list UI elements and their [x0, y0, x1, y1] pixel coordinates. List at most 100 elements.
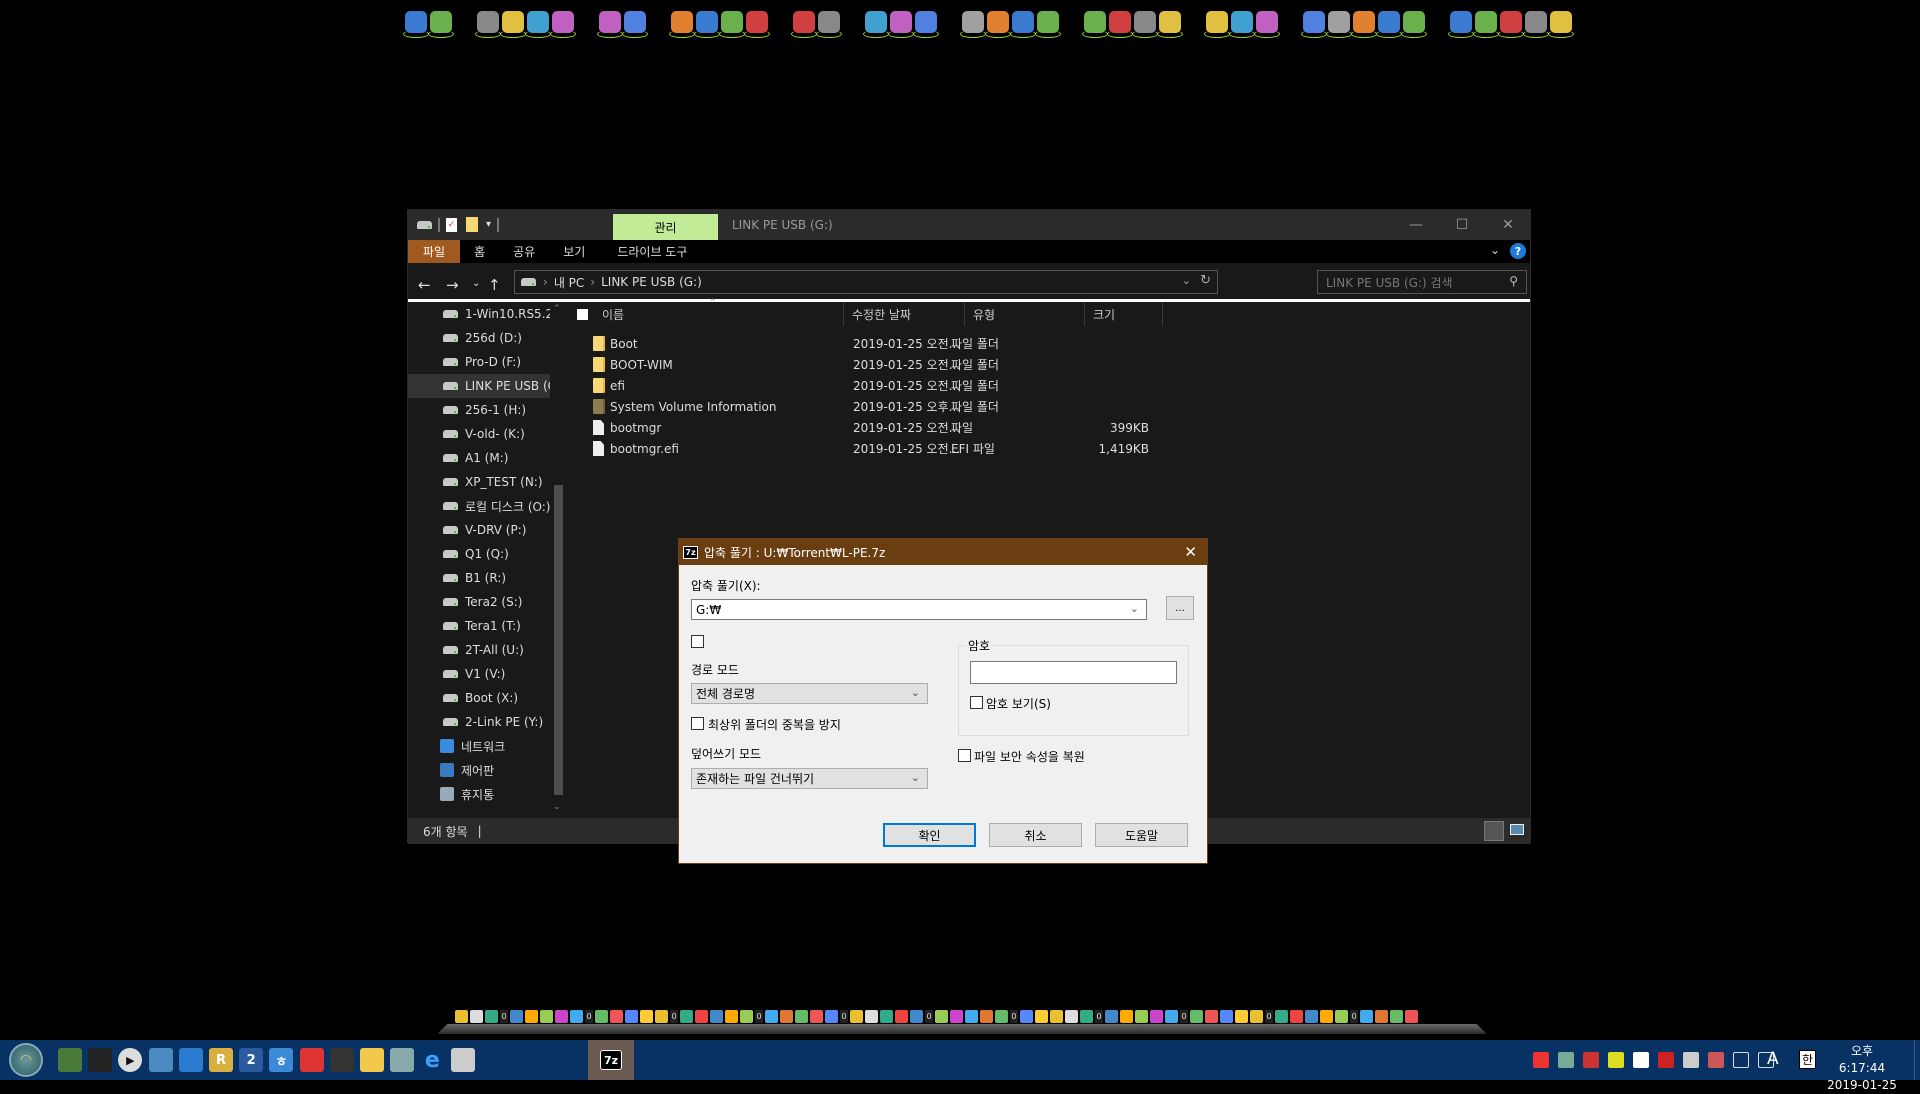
- red-tool-icon[interactable]: [550, 11, 576, 38]
- dock-app-icon[interactable]: [740, 1009, 753, 1023]
- nav-item-drive[interactable]: Tera2 (S:): [408, 590, 550, 614]
- back-icon[interactable]: ←: [418, 276, 431, 294]
- taskbar-button[interactable]: 2: [236, 1040, 266, 1080]
- close-button[interactable]: ✕: [1485, 210, 1531, 240]
- nav-item-drive[interactable]: V1 (V:): [408, 662, 550, 686]
- details-view-button[interactable]: [1484, 821, 1504, 841]
- scanner-icon[interactable]: [1326, 11, 1352, 38]
- taskbar-button[interactable]: [357, 1040, 387, 1080]
- taskbar-button[interactable]: [448, 1040, 478, 1080]
- puzzle-icon[interactable]: [597, 11, 623, 38]
- paint-icon[interactable]: [816, 11, 842, 38]
- cancel-button[interactable]: 취소: [989, 823, 1082, 847]
- extract-subfolder-checkbox[interactable]: [691, 635, 704, 648]
- column-header-date[interactable]: 수정한 날짜: [844, 302, 965, 326]
- dock-app-icon[interactable]: [1220, 1009, 1233, 1023]
- scroll-down-icon[interactable]: ⌄: [553, 802, 561, 812]
- dock-app-icon[interactable]: [1235, 1009, 1248, 1023]
- security-icon[interactable]: [1583, 1052, 1599, 1068]
- file-row[interactable]: System Volume Information 2019-01-25 오후..…: [567, 396, 1167, 417]
- tab-share[interactable]: 공유: [499, 240, 549, 263]
- dock-app-icon[interactable]: [1190, 1009, 1203, 1023]
- path-mode-select[interactable]: 전체 경로명 ⌄: [691, 683, 928, 704]
- taskbar-button[interactable]: ㅎ: [266, 1040, 296, 1080]
- large-icons-view-button[interactable]: [1510, 824, 1524, 835]
- power-icon[interactable]: [1548, 11, 1574, 38]
- dock-app-icon[interactable]: [980, 1009, 993, 1023]
- help-button[interactable]: 도움말: [1095, 823, 1188, 847]
- windows-icon[interactable]: [744, 11, 770, 38]
- network-setup-icon[interactable]: [403, 11, 429, 38]
- nav-item-drive[interactable]: A1 (M:): [408, 446, 550, 470]
- dock-app-icon[interactable]: [1080, 1009, 1093, 1023]
- 7zip-icon[interactable]: [1107, 11, 1133, 38]
- forward-icon[interactable]: →: [446, 276, 459, 294]
- file-row[interactable]: BOOT-WIM 2019-01-25 오전... 파일 폴더: [567, 354, 1167, 375]
- dock-app-icon[interactable]: [850, 1009, 863, 1023]
- nav-item-drive[interactable]: V-DRV (P:): [408, 518, 550, 542]
- disk-wrench-icon[interactable]: [1351, 11, 1377, 38]
- taskbar-button[interactable]: [85, 1040, 115, 1080]
- dock-app-icon[interactable]: [485, 1009, 498, 1023]
- search-icon[interactable]: ⚲: [1509, 274, 1518, 288]
- nav-item-location[interactable]: 네트워크: [408, 734, 550, 758]
- search-input[interactable]: LINK PE USB (G:) 검색 ⚲: [1317, 270, 1527, 294]
- overwrite-mode-select[interactable]: 존재하는 파일 건너뛰기 ⌄: [691, 768, 928, 789]
- lightning-icon[interactable]: [1082, 11, 1108, 38]
- ime-mode-indicator[interactable]: A: [1767, 1049, 1779, 1069]
- customize-qat-icon[interactable]: ▾: [486, 219, 491, 230]
- chevron-down-icon[interactable]: ⌄: [911, 771, 920, 784]
- expand-ribbon-icon[interactable]: ⌄: [1490, 243, 1500, 257]
- network-speed-icon[interactable]: [1533, 1052, 1549, 1068]
- column-header-size[interactable]: 크기: [1085, 302, 1163, 326]
- dock-app-icon[interactable]: [510, 1009, 523, 1023]
- tab-manage[interactable]: 관리: [613, 214, 718, 240]
- red-puzzle-icon[interactable]: [622, 11, 648, 38]
- dock-app-icon[interactable]: [1360, 1009, 1373, 1023]
- dock-app-icon[interactable]: [570, 1009, 583, 1023]
- dock-app-icon[interactable]: [595, 1009, 608, 1023]
- nav-item-location[interactable]: 휴지통: [408, 782, 550, 806]
- nav-item-drive[interactable]: Tera1 (T:): [408, 614, 550, 638]
- dock-app-icon[interactable]: [640, 1009, 653, 1023]
- properties-icon[interactable]: ✓: [446, 217, 457, 232]
- dock-app-icon[interactable]: [725, 1009, 738, 1023]
- dock-app-icon[interactable]: [810, 1009, 823, 1023]
- dock-app-icon[interactable]: [680, 1009, 693, 1023]
- osd-icon[interactable]: [1558, 1052, 1574, 1068]
- file-row[interactable]: efi 2019-01-25 오전... 파일 폴더: [567, 375, 1167, 396]
- taskbar-button[interactable]: ▶: [115, 1040, 145, 1080]
- nav-item-drive[interactable]: 1-Win10.RS5.2: [408, 302, 550, 326]
- nav-item-drive[interactable]: 2-Link PE (Y:): [408, 710, 550, 734]
- blocks-icon[interactable]: [1376, 11, 1402, 38]
- column-header-type[interactable]: 유형: [965, 302, 1085, 326]
- floppy-icon[interactable]: [1498, 11, 1524, 38]
- dock-app-icon[interactable]: [1320, 1009, 1333, 1023]
- pie-chart-icon[interactable]: [791, 11, 817, 38]
- nt-key-icon[interactable]: [960, 11, 986, 38]
- start-button[interactable]: ◠: [6, 1040, 46, 1080]
- dock-app-icon[interactable]: [1290, 1009, 1303, 1023]
- dock-app-icon[interactable]: [540, 1009, 553, 1023]
- hangul-mode-indicator[interactable]: 한: [1799, 1050, 1817, 1069]
- nav-item-drive[interactable]: 256-1 (H:): [408, 398, 550, 422]
- breadcrumb-this-pc[interactable]: 내 PC: [554, 274, 584, 291]
- dock-app-icon[interactable]: [1035, 1009, 1048, 1023]
- dock-app-icon[interactable]: [1205, 1009, 1218, 1023]
- magnet-icon[interactable]: [1658, 1052, 1674, 1068]
- column-header-name[interactable]: 이름: [567, 302, 844, 326]
- dock-app-icon[interactable]: [470, 1009, 483, 1023]
- monitor-icon[interactable]: [500, 11, 526, 38]
- dialog-close-button[interactable]: ✕: [1184, 543, 1197, 561]
- select-all-checkbox[interactable]: [577, 308, 588, 320]
- dock-app-icon[interactable]: [880, 1009, 893, 1023]
- taskbar-button[interactable]: [55, 1040, 85, 1080]
- dock-app-icon[interactable]: [950, 1009, 963, 1023]
- clock[interactable]: 오후 6:17:44 2019-01-25: [1826, 1043, 1898, 1094]
- eliminate-duplication-checkbox[interactable]: [691, 717, 704, 730]
- dock-app-icon[interactable]: [655, 1009, 668, 1023]
- dock-app-icon[interactable]: [1405, 1009, 1418, 1023]
- taskbar-button[interactable]: [327, 1040, 357, 1080]
- dock-app-icon[interactable]: [555, 1009, 568, 1023]
- taskbar-button[interactable]: [297, 1040, 327, 1080]
